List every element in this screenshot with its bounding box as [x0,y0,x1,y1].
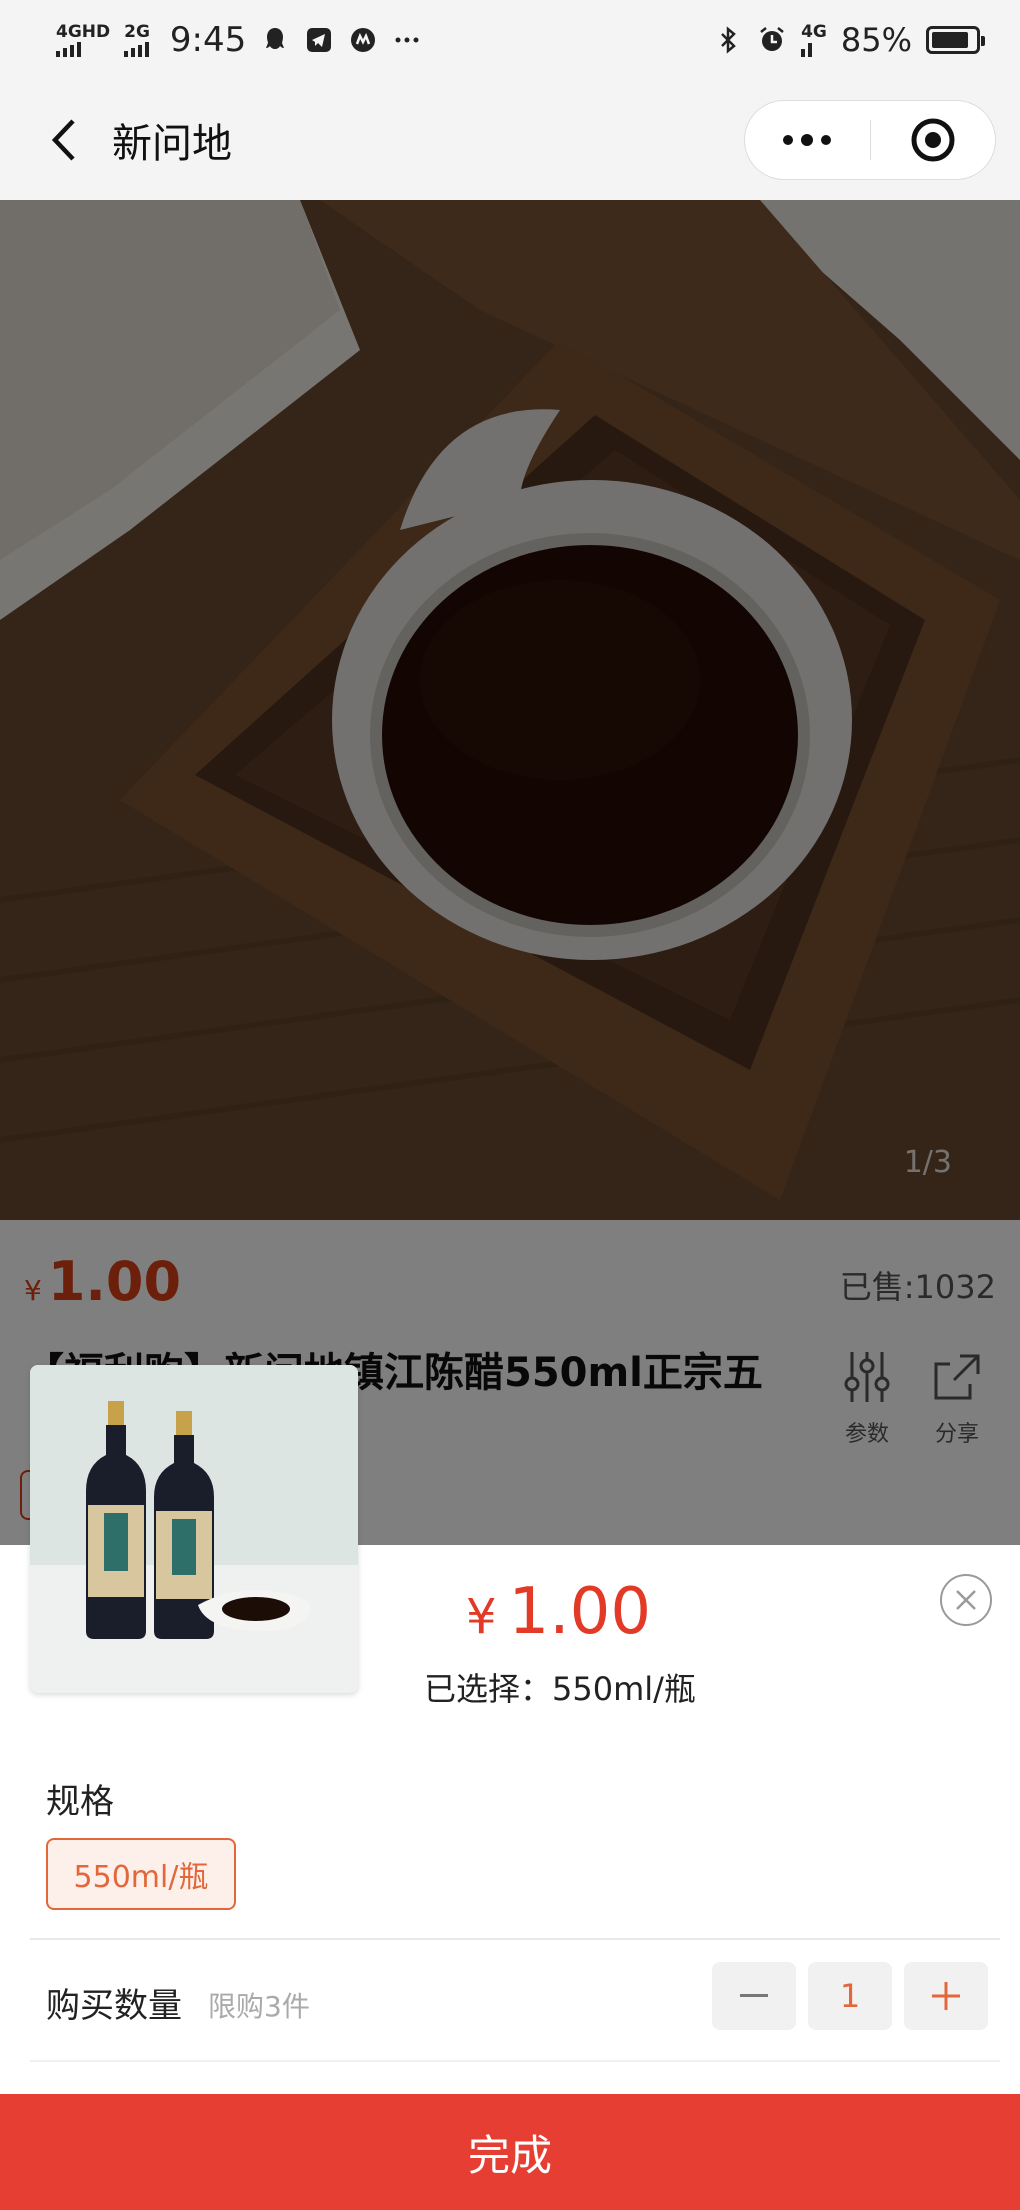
vinegar-bottles-image [30,1365,358,1693]
plus-icon [932,1982,960,2010]
battery-fill [932,32,968,48]
divider [30,1938,1000,1940]
battery-icon [926,26,985,54]
close-mini-program-button[interactable] [871,101,996,179]
battery-percent: 85% [840,21,912,59]
minus-icon [740,1994,768,1997]
spec-label: 规格 [46,1782,114,1822]
confirm-button[interactable]: 完成 [0,2094,1020,2210]
quantity-label: 购买数量 [46,1986,182,2026]
bluetooth-icon [721,26,736,54]
signal-3: 4G [801,21,827,57]
modal-overlay[interactable] [0,200,1020,1545]
network-label-1: 4GHD [56,21,111,42]
more-dots-icon [395,37,419,43]
status-left: 4GHD 2G 9:45 [56,20,422,60]
quantity-value[interactable]: 1 [808,1962,892,2030]
spec-option-550ml[interactable]: 550ml/瓶 [46,1838,236,1910]
divider [30,2060,1000,2062]
chevron-left-icon [51,119,75,161]
quantity-limit: 限购3件 [208,1990,310,2023]
close-icon [956,1590,976,1610]
telegram-icon [307,28,332,52]
menu-button[interactable] [745,101,870,179]
alarm-icon [760,27,784,51]
close-sheet-button[interactable] [940,1574,992,1626]
selected-spec: 已选择：550ml/瓶 [424,1670,696,1708]
quantity-increment-button[interactable] [904,1962,988,2030]
page-title: 新问地 [112,121,232,167]
target-icon [911,118,955,162]
signal-bars-icon [124,41,150,57]
signal-bars-icon [56,41,81,57]
sku-thumbnail [30,1365,358,1693]
status-right: 4G 85% [713,21,985,59]
nav-bar: 新问地 [0,80,1020,200]
more-dots-icon [783,134,832,146]
mini-program-capsule [744,100,996,180]
signal-1: 4GHD [56,21,111,57]
sheet-price-value: 1.00 [508,1575,652,1649]
sheet-currency-symbol: ¥ [466,1589,497,1645]
app-icon [351,28,376,52]
signal-2: 2G [124,21,150,57]
status-bar: 4GHD 2G 9:45 4G 85% [0,0,1020,80]
signal-bars-icon [801,41,813,57]
qq-icon [266,28,285,49]
sheet-price: ¥ 1.00 [466,1575,651,1649]
quantity-decrement-button[interactable] [712,1962,796,2030]
clock: 9:45 [169,20,247,60]
network-label-3: 4G [801,21,827,42]
back-button[interactable] [34,110,94,170]
network-label-2: 2G [124,21,150,42]
